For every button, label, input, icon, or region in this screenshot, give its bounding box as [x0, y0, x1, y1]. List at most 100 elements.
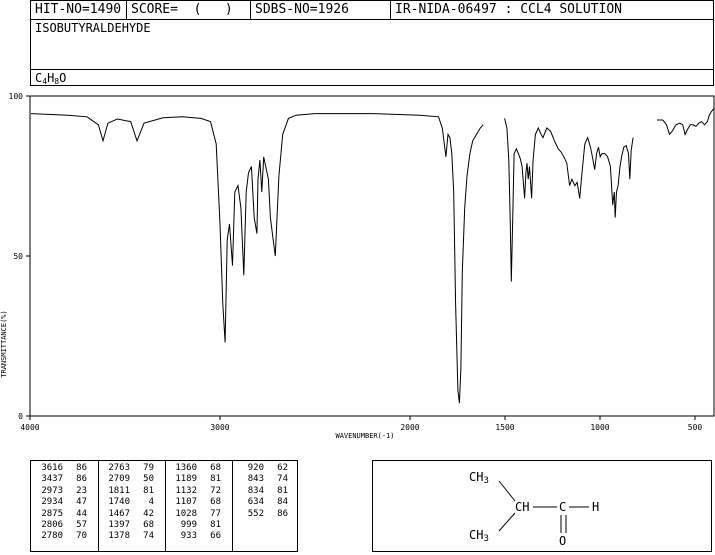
spectrum-line [657, 108, 714, 136]
peak-row: 2709 50 [100, 474, 154, 485]
spectrum-line [30, 113, 484, 404]
peak-transmittance: 77 [210, 508, 221, 519]
peak-column: 3616 86 3437 86 2973 23 2934 47 2875 44 2806 57 2780… [33, 463, 87, 543]
peak-transmittance: 47 [76, 497, 87, 508]
peak-transmittance: 68 [210, 497, 221, 508]
peak-transmittance: 72 [210, 485, 221, 496]
peak-transmittance: 68 [210, 463, 221, 473]
peak-row: 1740 4 [100, 497, 154, 508]
structure-diagram: CH3 CH C H O CH3 [469, 470, 599, 548]
peak-row: 1107 68 [167, 497, 221, 508]
peak-transmittance: 44 [76, 508, 87, 519]
carbonyl-carbon-label: C [559, 500, 566, 514]
peak-wavenumber: 3437 [41, 474, 63, 485]
spectrum-line [504, 118, 634, 282]
methyl-bottom-label: CH3 [469, 528, 489, 544]
peak-row: 2973 23 [33, 486, 87, 497]
methine-label: CH [515, 500, 529, 514]
peak-row: 2934 47 [33, 497, 87, 508]
compound-name: ISOBUTYRALDEHYDE [35, 21, 151, 35]
peak-wavenumber: 2709 [108, 474, 130, 485]
chemical-structure: CH3 CH C H O CH3 [372, 460, 712, 552]
peak-row: 999 81 [167, 520, 221, 531]
header-row: HIT-NO=1490 SCORE= ( ) SDBS-NO=1926 IR-N… [31, 1, 713, 20]
peak-wavenumber: 552 [247, 508, 264, 519]
ir-nida-solution: IR-NIDA-06497 : CCL4 SOLUTION [390, 1, 713, 19]
peak-row: 843 74 [234, 474, 288, 485]
peak-row: 2780 70 [33, 531, 87, 542]
peak-transmittance: 86 [76, 474, 87, 485]
peak-wavenumber: 2763 [108, 463, 130, 473]
peak-wavenumber: 933 [180, 531, 197, 542]
peak-wavenumber: 843 [247, 474, 264, 485]
peak-row: 1189 81 [167, 474, 221, 485]
peak-column: 920 62 843 74 834 81 634 84 552 86 [234, 463, 288, 520]
peak-row: 2875 44 [33, 509, 87, 520]
peak-wavenumber: 1360 [175, 463, 197, 473]
peak-transmittance: 50 [143, 474, 154, 485]
x-tick-label: 2000 [400, 423, 419, 432]
peak-transmittance: 62 [277, 463, 288, 473]
hit-number: HIT-NO=1490 [35, 2, 122, 17]
spectrum-traces [30, 108, 714, 404]
peak-row: 1467 42 [100, 509, 154, 520]
peak-row: 1132 72 [167, 486, 221, 497]
peak-wavenumber: 2875 [41, 508, 63, 519]
y-axis-label: TRANSMITTANCE(%) [0, 310, 8, 377]
peak-transmittance: 81 [143, 485, 154, 496]
score: SCORE= ( ) [126, 1, 250, 19]
peak-row: 1811 81 [100, 486, 154, 497]
bond-bottom [498, 512, 516, 532]
peak-transmittance: 68 [143, 520, 154, 531]
peak-transmittance: 70 [76, 531, 87, 542]
peak-transmittance: 81 [210, 474, 221, 485]
peak-wavenumber: 2973 [41, 485, 63, 496]
peak-row: 933 66 [167, 531, 221, 542]
peak-transmittance: 4 [148, 497, 154, 508]
peak-row: 634 84 [234, 497, 288, 508]
peak-transmittance: 42 [143, 508, 154, 519]
peak-transmittance: 23 [76, 485, 87, 496]
peak-wavenumber: 3616 [41, 463, 63, 473]
peak-wavenumber: 2806 [41, 520, 63, 531]
peak-column: 2763 79 2709 50 1811 81 1740 4 1467 42 1397 68 1378 7… [100, 463, 154, 543]
peak-wavenumber: 1132 [175, 485, 197, 496]
peak-transmittance: 57 [76, 520, 87, 531]
spectrum-header: HIT-NO=1490 SCORE= ( ) SDBS-NO=1926 IR-N… [30, 0, 714, 86]
peak-column: 1360 68 1189 81 1132 72 1107 68 1028 77 999 81 933 66 [167, 463, 221, 543]
peak-col-divider [165, 461, 166, 551]
peak-table: 3616 86 3437 86 2973 23 2934 47 2875 44 2806 57 2780… [30, 460, 298, 552]
peak-transmittance: 86 [277, 508, 288, 519]
peak-transmittance: 86 [76, 463, 87, 473]
peak-wavenumber: 1378 [108, 531, 130, 542]
peak-wavenumber: 1740 [108, 497, 130, 508]
aldehyde-hydrogen-label: H [592, 500, 599, 514]
chart-ticks: 4000 3000 2000 1500 1000 500 0 50 100 [9, 92, 703, 432]
peak-wavenumber: 1811 [108, 485, 130, 496]
x-axis-label: WAVENUMBER(-1) [335, 432, 394, 440]
peak-transmittance: 81 [210, 520, 221, 531]
peak-wavenumber: 634 [247, 497, 264, 508]
peak-wavenumber: 920 [247, 463, 264, 473]
y-tick-label: 0 [18, 412, 23, 421]
peak-row: 1378 74 [100, 531, 154, 542]
x-tick-label: 3000 [210, 423, 229, 432]
peak-wavenumber: 1397 [108, 520, 130, 531]
peak-wavenumber: 2780 [41, 531, 63, 542]
peak-transmittance: 74 [277, 474, 288, 485]
peak-row: 2806 57 [33, 520, 87, 531]
peak-row: 1028 77 [167, 509, 221, 520]
peak-wavenumber: 1028 [175, 508, 197, 519]
peak-transmittance: 84 [277, 497, 288, 508]
peak-wavenumber: 1189 [175, 474, 197, 485]
x-tick-label: 1500 [495, 423, 514, 432]
y-tick-label: 50 [13, 252, 23, 261]
peak-transmittance: 66 [210, 531, 221, 542]
peak-row: 2763 79 [100, 463, 154, 474]
peak-wavenumber: 1467 [108, 508, 130, 519]
peak-transmittance: 79 [143, 463, 154, 473]
peak-col-divider [232, 461, 233, 551]
bond-top [498, 480, 516, 502]
peak-row: 1397 68 [100, 520, 154, 531]
plot-frame [29, 95, 715, 417]
